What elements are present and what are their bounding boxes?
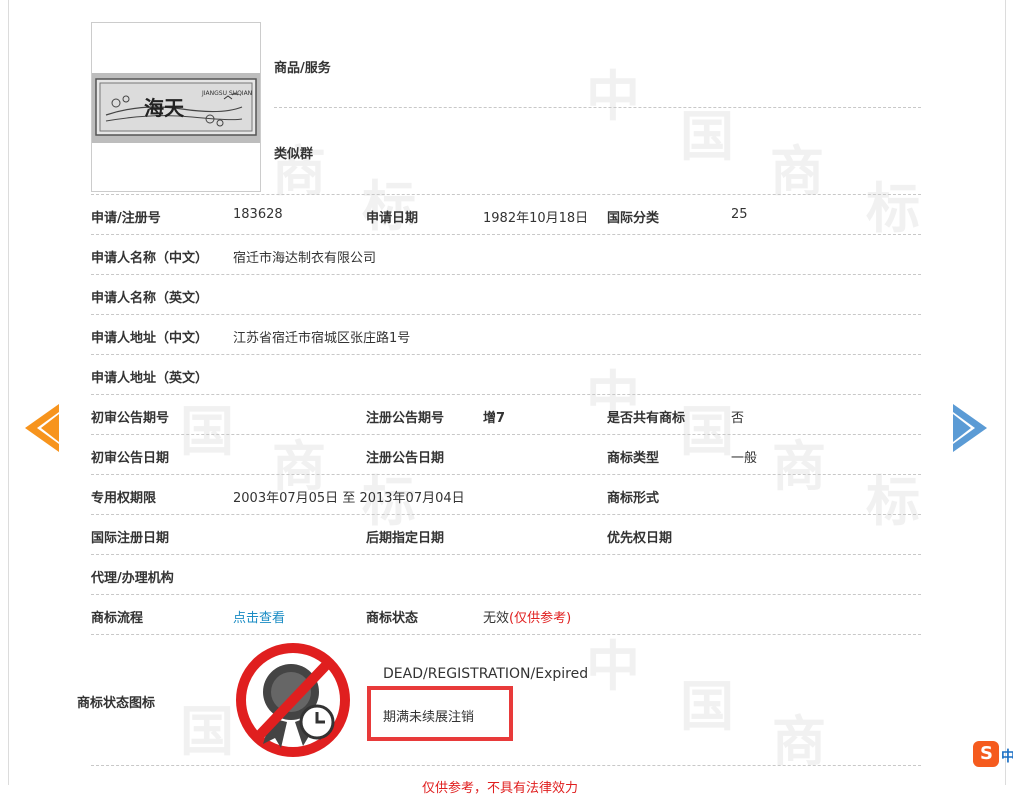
- status-note: (仅供参考): [509, 611, 572, 626]
- later-designation-label: 后期指定日期: [366, 531, 445, 546]
- exclusive-end: 2013年07月04日: [359, 491, 465, 506]
- reg-issue-value: 增7: [483, 411, 506, 426]
- intl-reg-date-label: 国际注册日期: [91, 531, 170, 546]
- exclusive-sep: 至: [342, 491, 356, 506]
- ime-mode[interactable]: 中: [1001, 746, 1013, 766]
- exclusive-period-label: 专用权期限: [91, 491, 157, 506]
- shared-tm-value: 否: [731, 411, 745, 426]
- divider: [91, 594, 921, 595]
- reg-no-value: 183628: [233, 207, 283, 222]
- status-label: 商标状态: [366, 611, 419, 626]
- tm-form-label: 商标形式: [607, 491, 660, 506]
- status-text: 无效: [483, 611, 510, 626]
- divider: [91, 765, 921, 766]
- status-value: 无效(仅供参考): [483, 607, 571, 626]
- address-cn-label: 申请人地址（中文）: [91, 331, 209, 346]
- trademark-logo-image: JIANGSU SUQIAN 海天: [92, 73, 260, 143]
- divider: [91, 394, 921, 395]
- shared-tm-label: 是否共有商标: [607, 411, 686, 426]
- intl-class-label: 国际分类: [607, 211, 660, 226]
- tm-type-label: 商标类型: [607, 451, 660, 466]
- goods-services-label: 商品/服务: [274, 61, 331, 76]
- trademark-image: JIANGSU SUQIAN 海天: [91, 22, 261, 192]
- divider: [91, 474, 921, 475]
- divider: [91, 194, 921, 195]
- similar-group-label: 类似群: [274, 147, 314, 162]
- address-cn-value: 江苏省宿迁市宿城区张庄路1号: [233, 331, 411, 346]
- divider: [91, 554, 921, 555]
- svg-text:海天: 海天: [144, 96, 185, 120]
- divider: [91, 514, 921, 515]
- applicant-cn-value: 宿迁市海达制衣有限公司: [233, 251, 377, 266]
- status-cn-text: 期满未续展注销: [383, 710, 475, 725]
- sogou-letter: S: [980, 743, 993, 764]
- divider: [91, 274, 921, 275]
- view-process-link[interactable]: 点击查看: [233, 607, 285, 626]
- tm-type-value: 一般: [731, 451, 758, 466]
- applicant-cn-label: 申请人名称（中文）: [91, 251, 209, 266]
- status-en-text: DEAD/REGISTRATION/Expired: [383, 666, 589, 682]
- exclusive-start: 2003年07月05日: [233, 491, 339, 506]
- divider: [274, 107, 921, 108]
- reg-no-label: 申请/注册号: [91, 211, 161, 226]
- arrow-right-icon[interactable]: [953, 404, 987, 452]
- divider: [91, 314, 921, 315]
- reg-date-label: 注册公告日期: [366, 451, 445, 466]
- applicant-en-label: 申请人名称（英文）: [91, 291, 209, 306]
- app-date-label: 申请日期: [366, 211, 419, 226]
- divider: [91, 434, 921, 435]
- intl-class-value: 25: [731, 207, 748, 222]
- expired-registration-icon: [236, 643, 350, 757]
- status-icon-label: 商标状态图标: [77, 696, 156, 711]
- agent-label: 代理/办理机构: [91, 571, 174, 586]
- app-date-value: 1982年10月18日: [483, 211, 589, 226]
- divider: [91, 234, 921, 235]
- process-label: 商标流程: [91, 611, 144, 626]
- divider: [91, 634, 921, 635]
- prelim-date-label: 初审公告日期: [91, 451, 170, 466]
- address-en-label: 申请人地址（英文）: [91, 371, 209, 386]
- disclaimer-text: 仅供参考，不具有法律效力: [422, 781, 579, 796]
- arrow-left-icon[interactable]: [25, 404, 59, 452]
- exclusive-period-value: 2003年07月05日 至 2013年07月04日: [233, 487, 465, 506]
- sogou-ime-icon[interactable]: S: [973, 741, 999, 767]
- svg-text:JIANGSU SUQIAN: JIANGSU SUQIAN: [201, 90, 252, 97]
- priority-date-label: 优先权日期: [607, 531, 673, 546]
- divider: [91, 354, 921, 355]
- prelim-issue-label: 初审公告期号: [91, 411, 170, 426]
- reg-issue-label: 注册公告期号: [366, 411, 445, 426]
